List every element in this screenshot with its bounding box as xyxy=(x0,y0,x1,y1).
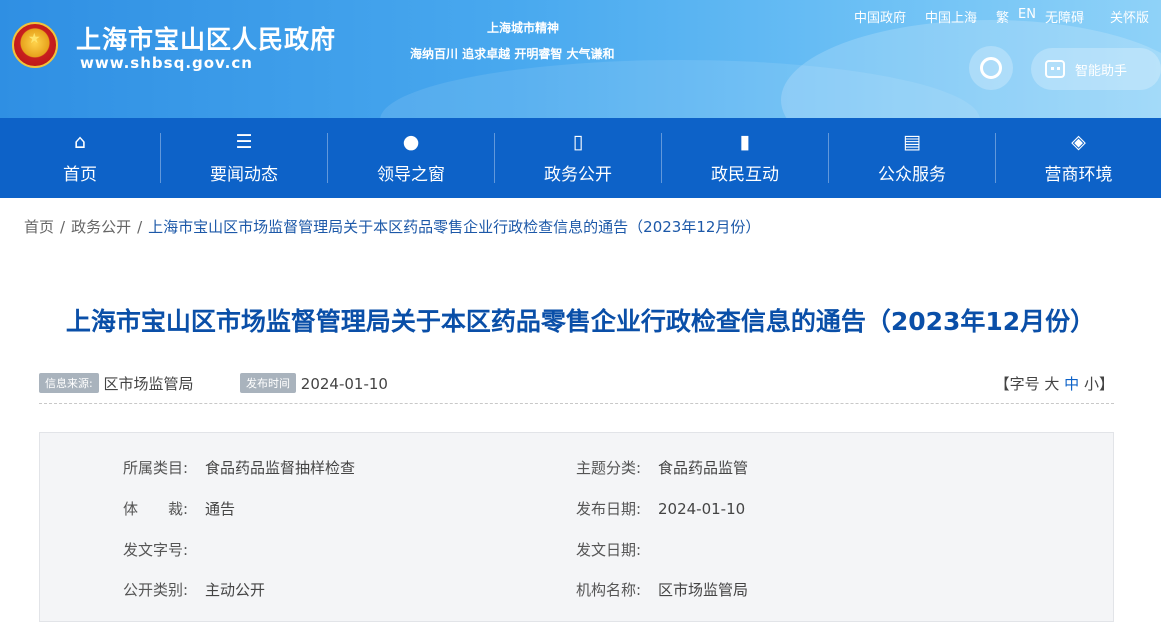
nav-item-label: 营商环境 xyxy=(1044,164,1113,185)
info-pubdate: 发布日期: 2024-01-10 xyxy=(576,498,745,519)
breadcrumb-home[interactable]: 首页 xyxy=(24,218,54,236)
nav-item-home[interactable]: ⌂ 首页 xyxy=(0,118,160,198)
nav-item-news[interactable]: ☰ 要闻动态 xyxy=(161,118,327,198)
breadcrumb: 首页 / 政务公开 / 上海市宝山区市场监督管理局关于本区药品零售企业行政检查信息的通告… xyxy=(24,216,760,237)
info-key: 发文日期: xyxy=(576,541,642,559)
info-value: 通告 xyxy=(205,500,236,518)
nav-item-gov-affairs[interactable]: ▯ 政务公开 xyxy=(495,118,661,198)
date-value: 2024-01-10 xyxy=(300,375,388,393)
nav-item-interaction[interactable]: ▮ 政民互动 xyxy=(662,118,828,198)
font-size-medium[interactable]: 中 xyxy=(1064,375,1079,393)
info-value: 主动公开 xyxy=(205,581,266,599)
search-icon xyxy=(980,57,1002,79)
font-size-large[interactable]: 大 xyxy=(1044,375,1059,393)
breadcrumb-current[interactable]: 上海市宝山区市场监督管理局关于本区药品零售企业行政检查信息的通告（2023年12… xyxy=(148,218,760,236)
source-tag: 信息来源: xyxy=(39,373,99,393)
top-link-accessibility[interactable]: 无障碍 xyxy=(1045,7,1084,26)
top-link-care-mode[interactable]: 关怀版 xyxy=(1110,7,1149,26)
source-info: 信息来源: 区市场监管局 xyxy=(39,373,194,394)
info-genre: 体 裁: 通告 xyxy=(123,498,235,519)
nav-item-public-service[interactable]: ▤ 公众服务 xyxy=(829,118,995,198)
top-links: 中国政府 中国上海 繁 EN 无障碍 关怀版 xyxy=(835,7,1149,26)
breadcrumb-separator: / xyxy=(137,218,143,236)
info-category: 所属类目: 食品药品监督抽样检查 xyxy=(123,457,355,478)
info-value: 食品药品监管 xyxy=(658,459,749,477)
list-icon: ☰ xyxy=(235,130,253,153)
article-meta: 信息来源: 区市场监管局 发布时间 2024-01-10 【字号 大 中 小】 xyxy=(39,373,1114,403)
home-icon: ⌂ xyxy=(73,130,87,153)
nav-item-label: 要闻动态 xyxy=(210,164,278,185)
date-tag: 发布时间 xyxy=(240,373,296,393)
service-icon: ▤ xyxy=(903,130,921,153)
info-value: 食品药品监督抽样检查 xyxy=(205,459,356,477)
main-nav: ⌂ 首页 ☰ 要闻动态 ● 领导之窗 ▯ 政务公开 ▮ 政民互动 ▤ 公众服务 … xyxy=(0,118,1161,198)
assistant-button[interactable]: 智能助手 xyxy=(1031,48,1161,90)
page-title: 上海市宝山区市场监督管理局关于本区药品零售企业行政检查信息的通告（2023年12… xyxy=(65,307,1096,336)
site-url[interactable]: www.shbsq.gov.cn xyxy=(80,54,253,72)
assistant-label: 智能助手 xyxy=(1075,63,1128,79)
top-link-shanghai[interactable]: 中国上海 xyxy=(925,7,977,26)
document-icon: ▯ xyxy=(572,130,584,153)
nav-item-label: 公众服务 xyxy=(878,164,946,185)
national-emblem-icon[interactable] xyxy=(12,22,58,68)
info-key: 所属类目: xyxy=(123,459,189,477)
info-org: 机构名称: 区市场监管局 xyxy=(576,579,748,600)
breadcrumb-section[interactable]: 政务公开 xyxy=(71,218,131,236)
info-key: 发布日期: xyxy=(576,500,642,518)
info-key: 公开类别: xyxy=(123,581,189,599)
font-size-small[interactable]: 小 xyxy=(1084,375,1099,393)
font-size-switcher: 【字号 大 中 小】 xyxy=(995,373,1114,394)
person-icon: ● xyxy=(402,130,420,153)
meta-divider xyxy=(39,403,1114,404)
city-spirit-title: 上海城市精神 xyxy=(487,21,560,35)
document-info-box: 所属类目: 食品药品监督抽样检查 主题分类: 食品药品监管 体 裁: 通告 发布日期:… xyxy=(39,432,1114,622)
info-value: 区市场监管局 xyxy=(658,581,749,599)
info-key: 发文字号: xyxy=(123,541,189,559)
nav-item-business[interactable]: ◈ 营商环境 xyxy=(996,118,1161,198)
site-title[interactable]: 上海市宝山区人民政府 xyxy=(76,20,336,56)
nav-item-label: 领导之窗 xyxy=(377,164,445,185)
top-link-china-gov[interactable]: 中国政府 xyxy=(854,7,906,26)
info-value: 2024-01-10 xyxy=(658,500,746,518)
breadcrumb-separator: / xyxy=(60,218,66,236)
header-banner: 上海市宝山区人民政府 www.shbsq.gov.cn 上海城市精神 海纳百川 … xyxy=(0,0,1161,118)
font-size-close: 】 xyxy=(1098,375,1114,393)
top-link-traditional[interactable]: 繁 xyxy=(996,7,1009,26)
info-key: 主题分类: xyxy=(576,459,642,477)
info-docdate: 发文日期: xyxy=(576,539,658,560)
source-value: 区市场监管局 xyxy=(103,375,194,393)
nav-item-label: 政民互动 xyxy=(711,164,779,185)
top-link-english[interactable]: EN xyxy=(1018,7,1036,26)
layers-icon: ◈ xyxy=(1071,130,1086,153)
publish-info: 发布时间 2024-01-10 xyxy=(240,373,388,393)
info-opentype: 公开类别: 主动公开 xyxy=(123,579,265,600)
font-size-open: 【字号 xyxy=(994,375,1040,393)
city-spirit-text: 海纳百川 追求卓越 开明睿智 大气谦和 xyxy=(410,47,615,61)
robot-icon xyxy=(1045,60,1065,78)
nav-item-label: 首页 xyxy=(63,164,97,185)
info-docno: 发文字号: xyxy=(123,539,205,560)
bookmark-icon: ▮ xyxy=(739,130,751,153)
info-key: 机构名称: xyxy=(576,581,642,599)
nav-item-leaders[interactable]: ● 领导之窗 xyxy=(328,118,494,198)
nav-item-label: 政务公开 xyxy=(544,164,612,185)
info-key: 体 裁: xyxy=(123,500,189,518)
search-button[interactable] xyxy=(969,46,1013,90)
info-topic: 主题分类: 食品药品监管 xyxy=(576,457,748,478)
